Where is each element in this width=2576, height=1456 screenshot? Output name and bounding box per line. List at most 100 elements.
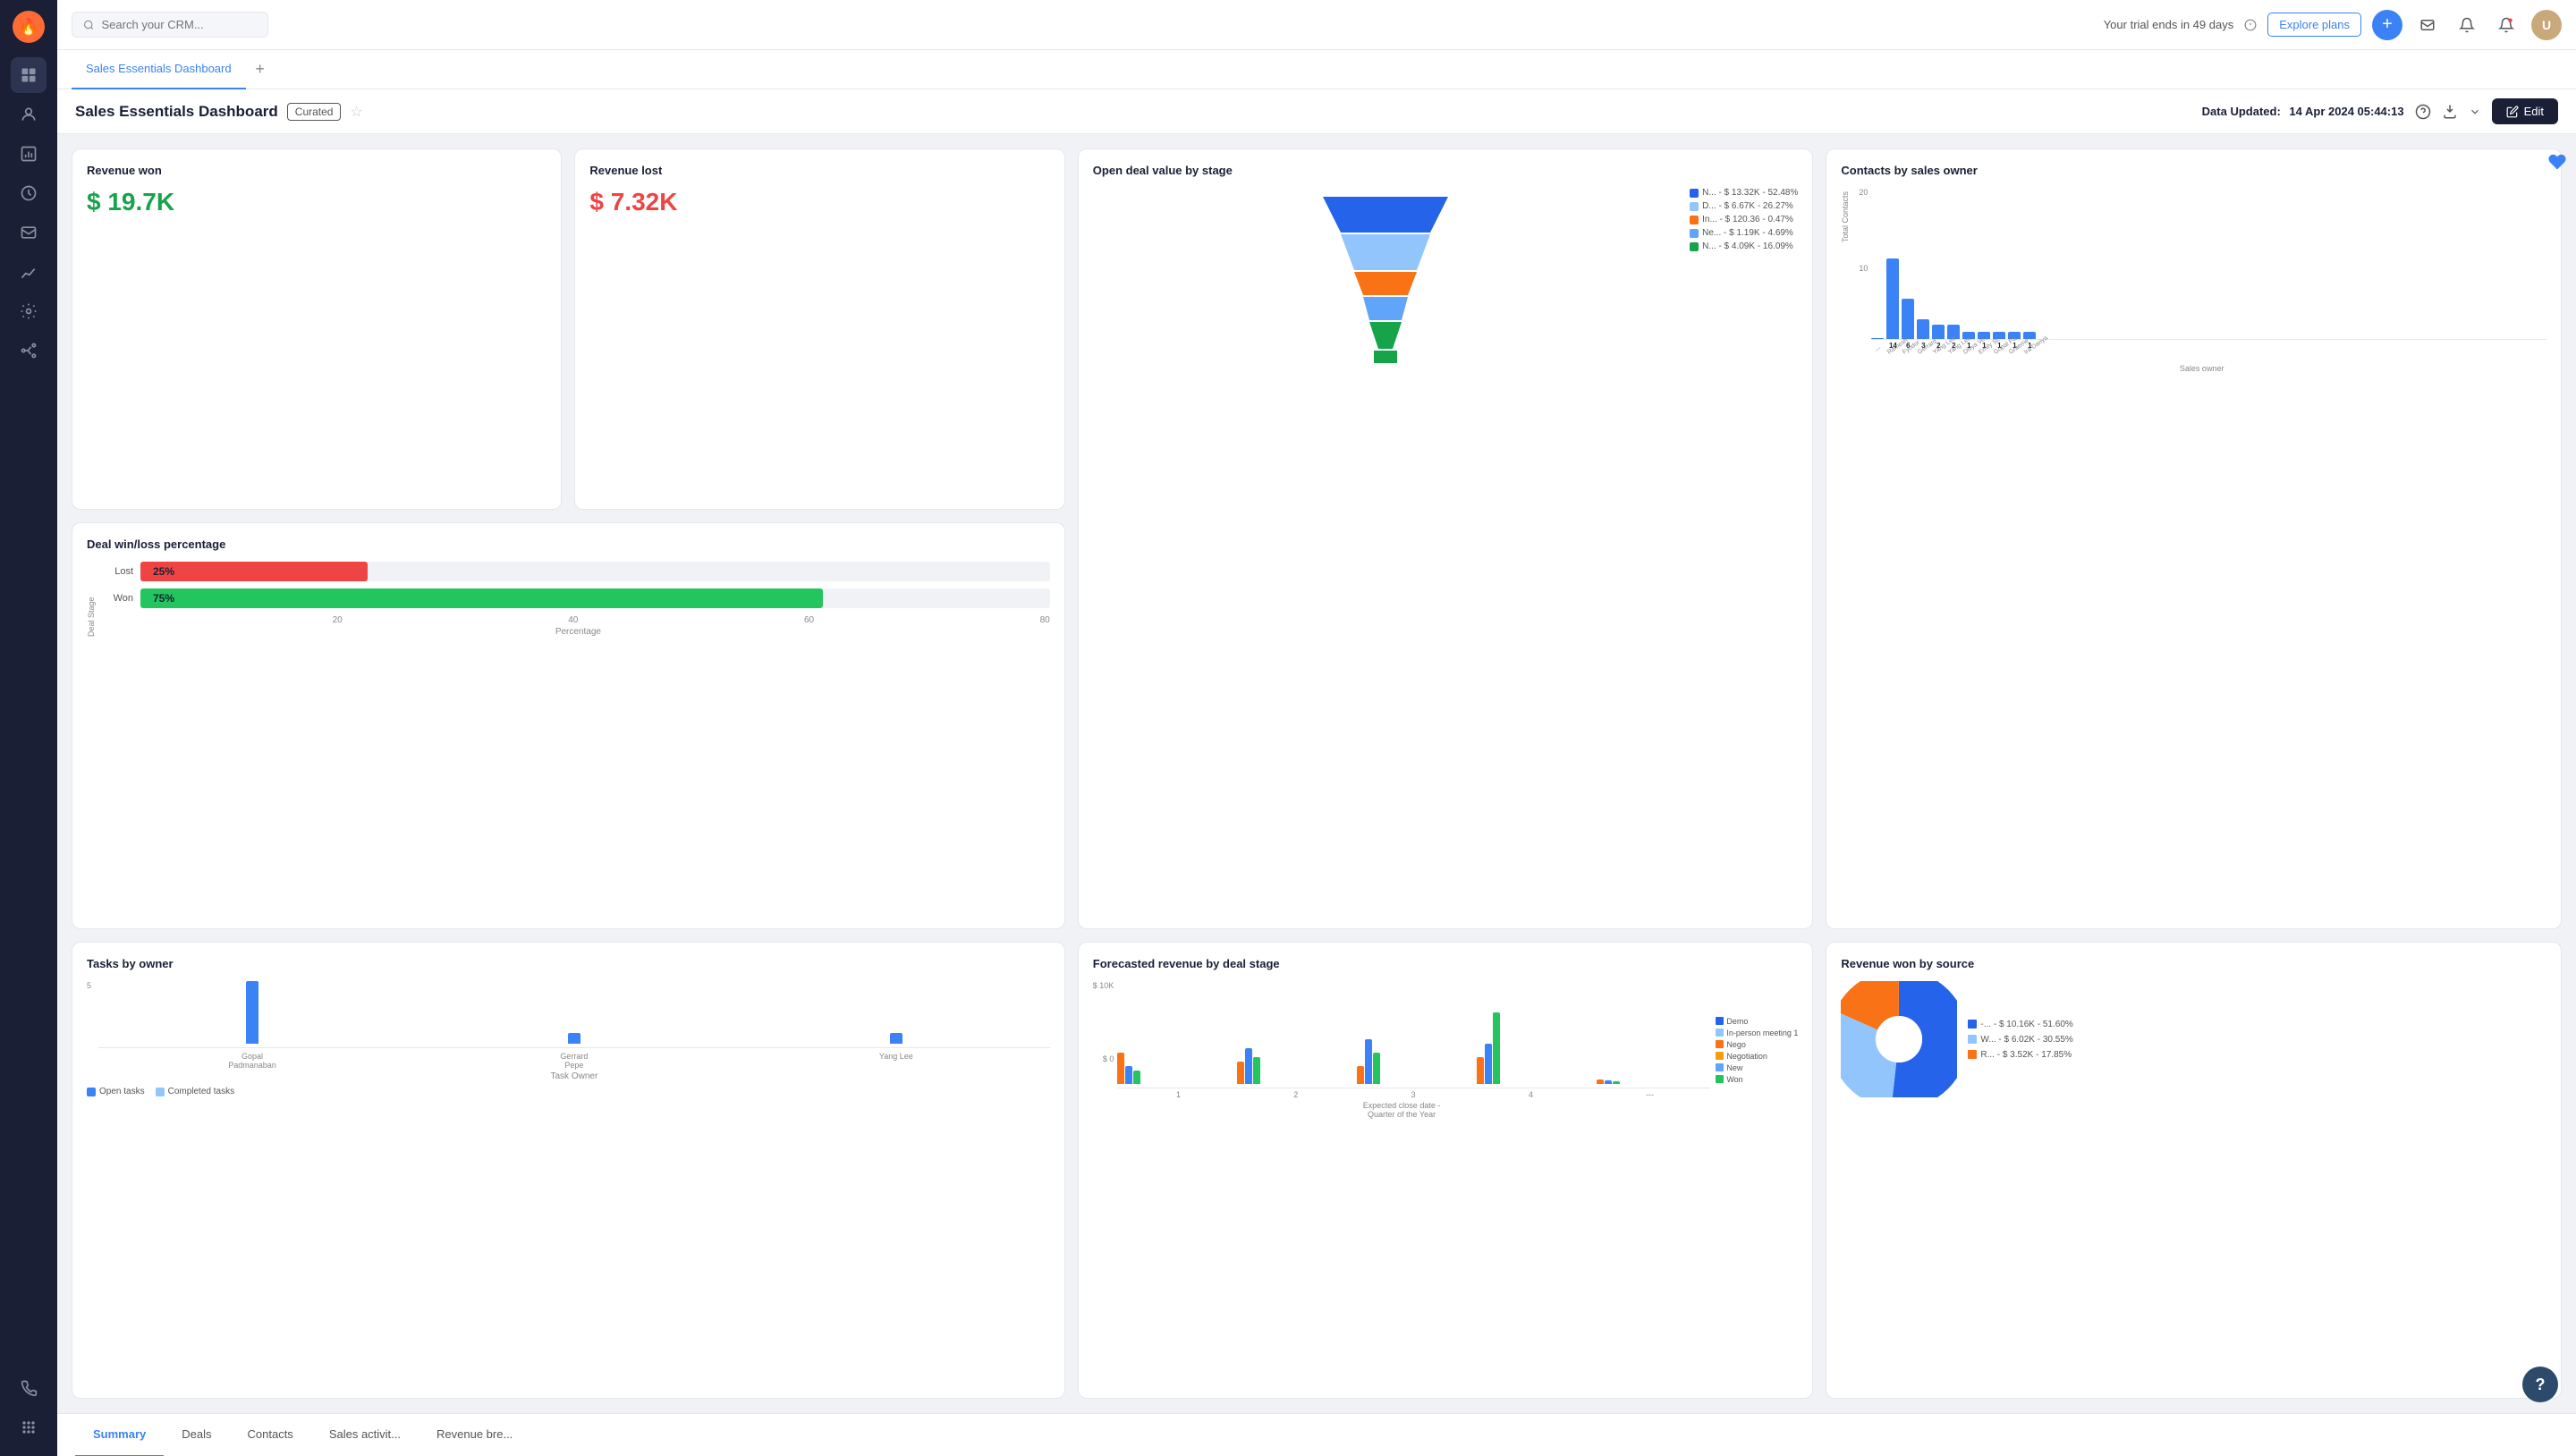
forecasted-bar-3-won <box>1373 1053 1380 1084</box>
forecasted-x-4: 4 <box>1529 1090 1533 1099</box>
dash-header-right: Data Updated: 14 Apr 2024 05:44:13 Edit <box>2202 98 2558 124</box>
tasks-legend: Open tasks Completed tasks <box>87 1087 1050 1096</box>
pie-legend-1: -... - $ 10.16K - 51.60% <box>1980 1020 2072 1029</box>
search-input[interactable] <box>102 18 257 31</box>
sidebar-item-apps[interactable] <box>11 1409 47 1445</box>
tasks-title: Tasks by owner <box>87 957 1050 970</box>
deal-axis-title: Percentage <box>106 627 1050 637</box>
forecasted-y-bottom: $ 0 <box>1103 1054 1114 1063</box>
forecasted-revenue-card: Forecasted revenue by deal stage $ 10K $… <box>1078 942 1814 1399</box>
deal-win-loss-card: Deal win/loss percentage Deal Stage Lost… <box>72 522 1065 930</box>
download-icon[interactable] <box>2442 104 2458 120</box>
bottom-tabs: Summary Deals Contacts Sales activit... … <box>57 1413 2576 1456</box>
funnel-legend-1-dot <box>1690 189 1699 198</box>
completed-tasks-label: Completed tasks <box>168 1087 234 1096</box>
sidebar-item-automations[interactable] <box>11 333 47 368</box>
sidebar-item-deals[interactable] <box>11 175 47 211</box>
funnel-layer-3 <box>1354 272 1417 295</box>
task-bar-yang-open <box>890 1033 902 1044</box>
bar-label-won: Won <box>106 593 133 604</box>
add-button[interactable]: + <box>2372 10 2402 40</box>
bottom-tab-summary[interactable]: Summary <box>75 1414 164 1456</box>
favorite-icon[interactable] <box>2547 152 2567 172</box>
search-box[interactable] <box>72 12 268 38</box>
forecasted-bar-3-nego <box>1357 1066 1364 1084</box>
bottom-tab-revenue-breakdown[interactable]: Revenue bre... <box>419 1414 530 1456</box>
pie-legend-2-color <box>1968 1035 1977 1044</box>
legend-nego-color <box>1716 1040 1724 1048</box>
contacts-bar-yang1 <box>1932 325 1945 339</box>
sidebar-item-dashboard[interactable] <box>11 57 47 93</box>
funnel-layer-4 <box>1363 297 1408 320</box>
star-icon[interactable]: ☆ <box>350 103 362 121</box>
trial-text: Your trial ends in 49 days <box>2104 18 2234 31</box>
forecasted-x-2: 2 <box>1293 1090 1298 1099</box>
bell-outline-icon[interactable] <box>2453 11 2481 39</box>
sidebar-item-reports[interactable] <box>11 136 47 172</box>
funnel-legend-1: N... - $ 13.32K - 52.48% <box>1702 188 1798 198</box>
task-bar-gerrard-open <box>568 1033 580 1044</box>
bar-pct-won: 75% <box>153 592 174 605</box>
legend-won: Won <box>1726 1075 1742 1084</box>
info-icon <box>2244 19 2257 31</box>
sidebar-item-inbox[interactable] <box>11 215 47 250</box>
contacts-y-20: 20 <box>1859 188 1868 197</box>
sidebar-item-contacts[interactable] <box>11 97 47 132</box>
curated-badge: Curated <box>287 103 342 121</box>
mail-icon[interactable] <box>2413 11 2442 39</box>
open-tasks-label: Open tasks <box>99 1087 145 1096</box>
contacts-x-title: Sales owner <box>1857 364 2546 373</box>
funnel-legend-5-dot <box>1690 242 1699 251</box>
legend-new-color <box>1716 1063 1724 1071</box>
bottom-tab-deals[interactable]: Deals <box>164 1414 229 1456</box>
funnel-legend-4-dot <box>1690 229 1699 238</box>
open-deal-value-card: Open deal value by stage <box>1078 148 1814 929</box>
sidebar-item-phone[interactable] <box>11 1370 47 1406</box>
open-tasks-legend-color <box>87 1088 96 1096</box>
bottom-tab-contacts[interactable]: Contacts <box>230 1414 311 1456</box>
pie-chart <box>1841 981 1957 1097</box>
bar-pct-lost: 25% <box>153 565 174 578</box>
forecasted-bar-2-won <box>1253 1057 1260 1084</box>
sidebar-item-analytics[interactable] <box>11 254 47 290</box>
funnel-layer-5 <box>1369 322 1402 349</box>
pie-chart-wrap: -... - $ 10.16K - 51.60% W... - $ 6.02K … <box>1841 981 2546 1097</box>
bar-label-lost: Lost <box>106 566 133 577</box>
bottom-tab-sales-activity[interactable]: Sales activit... <box>311 1414 419 1456</box>
tab-sales-essentials[interactable]: Sales Essentials Dashboard <box>72 50 246 89</box>
tasks-axis-title: Task Owner <box>98 1071 1050 1081</box>
contacts-bar-ramesh <box>1886 258 1899 339</box>
explore-plans-button[interactable]: Explore plans <box>2267 13 2361 37</box>
forecasted-title: Forecasted revenue by deal stage <box>1093 957 1799 970</box>
bar-row-won: Won 75% <box>106 588 1050 608</box>
topbar-right: Your trial ends in 49 days Explore plans… <box>2104 10 2562 40</box>
revenue-won-card: Revenue won $ 19.7K <box>72 148 562 510</box>
pie-legend-3-color <box>1968 1050 1977 1059</box>
funnel-layer-1 <box>1323 197 1448 233</box>
sidebar-item-settings[interactable] <box>11 293 47 329</box>
revenue-lost-card: Revenue lost $ 7.32K <box>574 148 1064 510</box>
funnel-legend: N... - $ 13.32K - 52.48% D... - $ 6.67K … <box>1690 188 1798 251</box>
tab-add-button[interactable]: + <box>246 55 275 84</box>
forecasted-bar-5-new <box>1605 1080 1612 1084</box>
funnel-base <box>1374 351 1397 363</box>
avatar[interactable]: U <box>2531 10 2562 40</box>
edit-button[interactable]: Edit <box>2492 98 2558 124</box>
forecasted-bar-4-won <box>1493 1012 1500 1084</box>
contacts-bar-gerrard <box>1917 319 1929 339</box>
rev-source-title: Revenue won by source <box>1841 957 2546 970</box>
dash-title: Sales Essentials Dashboard <box>75 103 278 121</box>
bar-track-won: 75% <box>140 588 1050 608</box>
chevron-down-icon[interactable] <box>2469 106 2481 118</box>
legend-nego: Nego <box>1726 1040 1746 1049</box>
notification-icon[interactable] <box>2492 11 2521 39</box>
help-circle-icon[interactable] <box>2415 104 2431 120</box>
tasks-by-owner-card: Tasks by owner 5 <box>72 942 1065 1399</box>
funnel-legend-2-dot <box>1690 202 1699 211</box>
topbar: Your trial ends in 49 days Explore plans… <box>57 0 2576 50</box>
logo[interactable]: 🔥 <box>13 11 45 43</box>
help-button[interactable]: ? <box>2522 1367 2558 1402</box>
forecasted-x-title: Expected close date -Quarter of the Year <box>1093 1101 1711 1119</box>
dashboard-content: Revenue won $ 19.7K Revenue lost $ 7.32K… <box>57 134 2576 1413</box>
revenue-lost-title: Revenue lost <box>589 164 1049 177</box>
